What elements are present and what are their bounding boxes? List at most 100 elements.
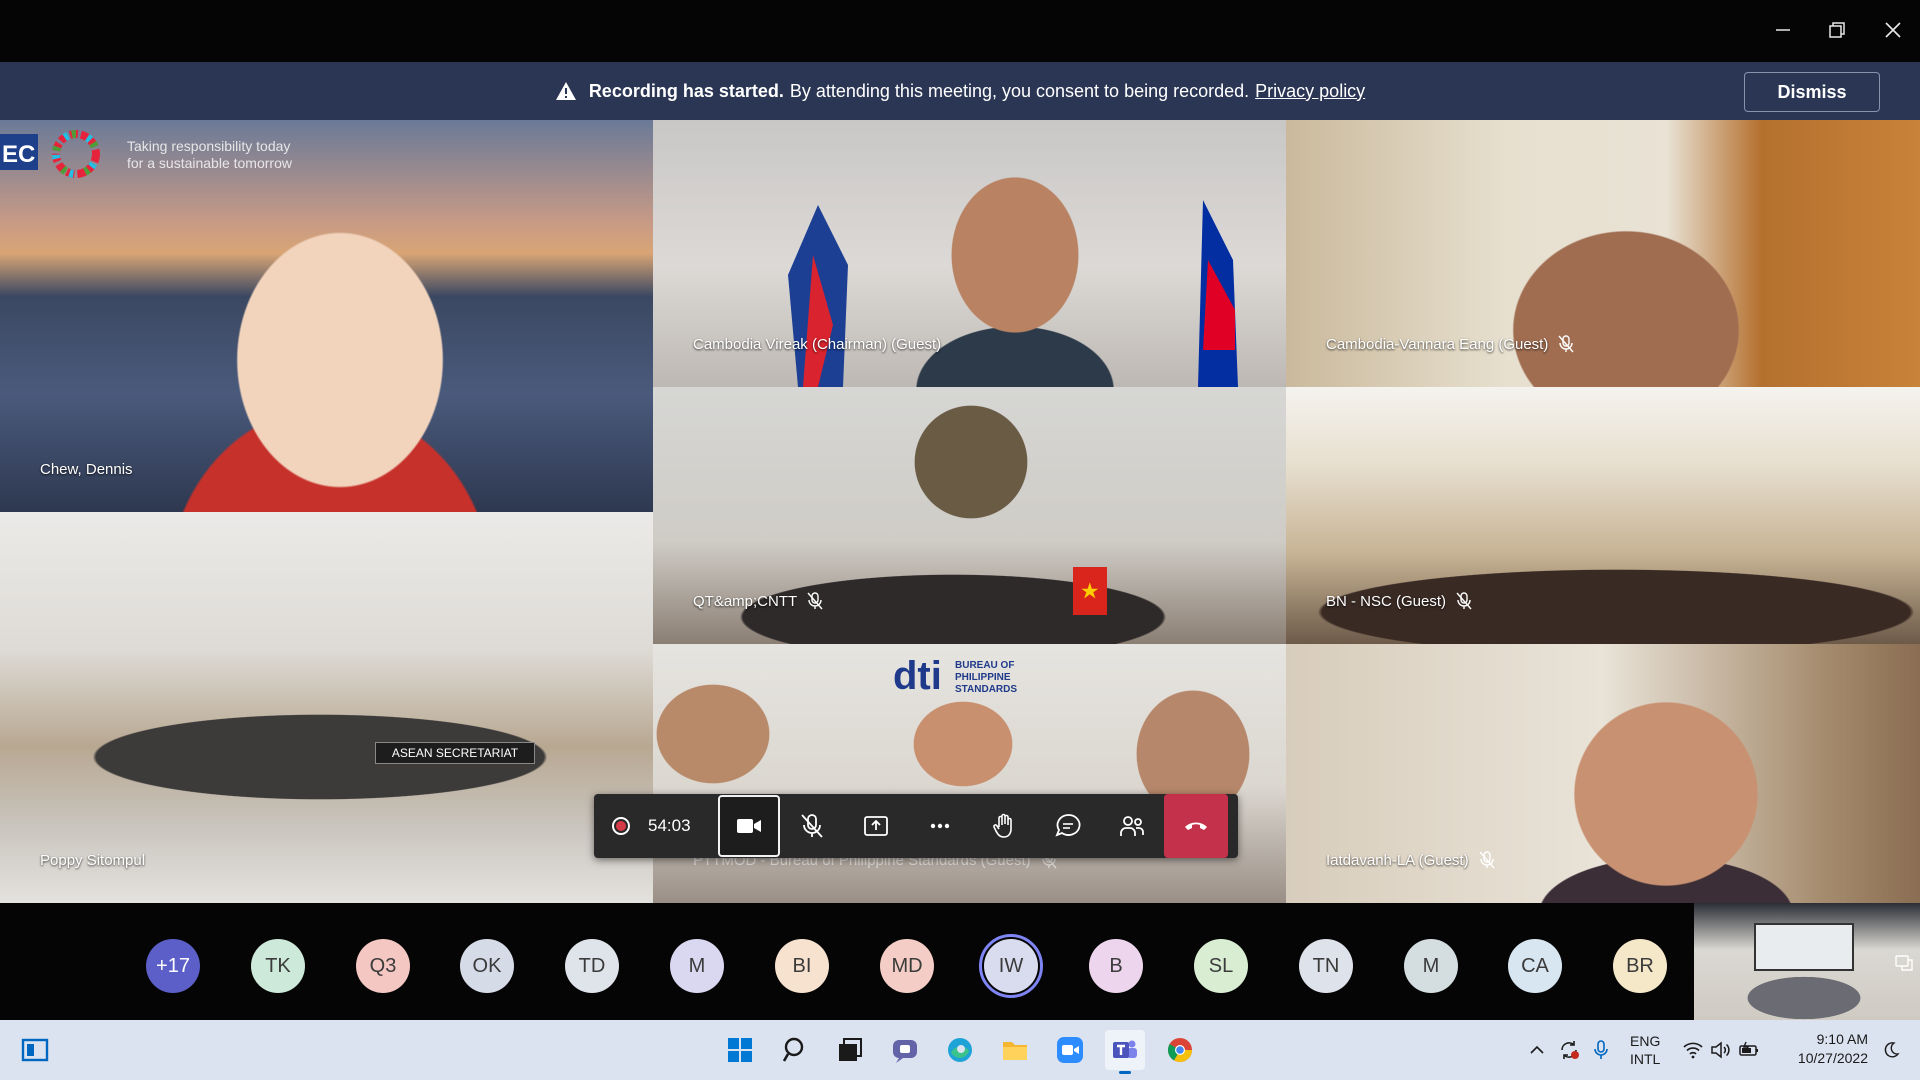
self-view-video[interactable] — [1694, 903, 1920, 1020]
teams-meeting-window: Recording has started. By attending this… — [0, 0, 1920, 1080]
restore-icon — [1829, 22, 1845, 38]
minimize-button[interactable] — [1758, 10, 1808, 50]
teams-chat-button[interactable] — [885, 1030, 925, 1070]
participant-avatar[interactable]: Q3 — [356, 939, 410, 993]
participant-name-text: Cambodia Vireak (Chairman) (Guest) — [693, 336, 942, 353]
microphone-icon[interactable] — [1592, 1039, 1610, 1061]
video-tile-qt-cntt[interactable]: QT&amp;CNTT — [653, 387, 1286, 644]
participant-avatar[interactable]: TN — [1299, 939, 1353, 993]
mic-off-icon — [1456, 592, 1472, 610]
chrome-button[interactable] — [1160, 1030, 1200, 1070]
close-icon — [1885, 22, 1901, 38]
chevron-up-icon[interactable] — [1528, 1041, 1546, 1059]
share-button[interactable] — [844, 794, 908, 858]
dismiss-button[interactable]: Dismiss — [1744, 72, 1880, 112]
language-code: ENG — [1630, 1033, 1661, 1049]
clock[interactable]: 9:10 AM 10/27/2022 — [1798, 1030, 1868, 1068]
asean-flag — [788, 205, 848, 387]
participants-button[interactable] — [1100, 794, 1164, 858]
participant-avatar[interactable]: OK — [460, 939, 514, 993]
participant-name: Chew, Dennis — [40, 461, 133, 478]
participant-strip: +17 TK Q3 OK TD M BI MD IW B SL TN M CA BR — [0, 903, 1920, 1020]
file-explorer-button[interactable] — [995, 1030, 1035, 1070]
video-tile-iatdavanh-la[interactable]: Iatdavanh-LA (Guest) — [1286, 644, 1920, 903]
participant-avatar[interactable]: SL — [1194, 939, 1248, 993]
sync-icon[interactable] — [1558, 1039, 1580, 1061]
slogan-line-2: for a sustainable tomorrow — [127, 155, 292, 171]
vietnam-flag — [1073, 567, 1107, 615]
participant-name-text: Iatdavanh-LA (Guest) — [1326, 851, 1469, 869]
video-tile-bn-nsc[interactable]: BN - NSC (Guest) — [1286, 387, 1920, 644]
hand-icon — [993, 813, 1012, 838]
more-participants-avatar[interactable]: +17 — [146, 939, 200, 993]
participant-name: Poppy Sitompul — [40, 852, 145, 869]
participant-avatar[interactable]: CA — [1508, 939, 1562, 993]
zoom-button[interactable] — [1050, 1030, 1090, 1070]
chat-app-icon — [893, 1040, 917, 1063]
folder-icon — [1003, 1042, 1027, 1060]
more-actions-button[interactable] — [908, 794, 972, 858]
more-icon — [930, 823, 950, 829]
recording-started-label: Recording has started. — [588, 80, 784, 101]
widgets-icon — [21, 1038, 49, 1062]
background-slogan: Taking responsibility today for a sustai… — [127, 138, 292, 172]
share-screen-icon — [864, 816, 888, 836]
participant-name-text: Poppy Sitompul — [40, 852, 146, 869]
mic-off-icon — [801, 814, 823, 838]
participant-avatar[interactable]: TD — [565, 939, 619, 993]
wifi-icon[interactable] — [1682, 1041, 1704, 1059]
restore-button[interactable] — [1812, 10, 1862, 50]
meeting-timer: 54:03 — [648, 816, 691, 835]
participant-name-text: QT&amp;CNTT — [693, 592, 798, 610]
windows-start-icon — [728, 1038, 752, 1062]
video-tile-chew-dennis[interactable]: EC Taking responsibility today for a sus… — [0, 120, 653, 512]
chat-button[interactable] — [1036, 794, 1100, 858]
volume-icon[interactable] — [1710, 1041, 1732, 1059]
chrome-icon — [1167, 1038, 1192, 1063]
participant-avatar[interactable]: B — [1089, 939, 1143, 993]
mic-off-icon — [807, 592, 823, 610]
windows-taskbar: ENG INTL 9:10 AM 10/27/2022 — [0, 1020, 1920, 1080]
edge-browser-icon — [948, 1038, 972, 1062]
video-tile-cambodia-vireak[interactable]: Cambodia Vireak (Chairman) (Guest) — [653, 120, 1286, 387]
leave-button[interactable] — [1164, 794, 1228, 858]
edge-button[interactable] — [940, 1030, 980, 1070]
chat-icon — [1055, 814, 1081, 837]
minimize-icon — [1776, 29, 1790, 31]
participant-name-text: Cambodia-Vannara Eang (Guest) — [1326, 335, 1549, 353]
participant-avatar[interactable]: M — [670, 939, 724, 993]
focus-moon-icon[interactable] — [1882, 1041, 1900, 1059]
desktop-widget-button[interactable] — [15, 1030, 55, 1070]
camera-button[interactable] — [718, 795, 780, 857]
privacy-policy-link[interactable]: Privacy policy — [1255, 81, 1365, 102]
participant-name: Cambodia-Vannara Eang (Guest) — [1326, 335, 1574, 353]
participant-avatar[interactable]: BI — [775, 939, 829, 993]
people-icon — [1120, 816, 1144, 836]
zoom-app-icon — [1057, 1037, 1083, 1063]
raise-hand-button[interactable] — [972, 794, 1036, 858]
participant-avatar[interactable]: TK — [251, 939, 305, 993]
bps-sign: dti BUREAU OF PHILIPPINE STANDARDS — [893, 654, 1053, 714]
task-view-button[interactable] — [830, 1030, 870, 1070]
video-tile-bureau-of-philippine-standards[interactable]: dti BUREAU OF PHILIPPINE STANDARDS PTTMO… — [653, 644, 1286, 903]
task-view-icon — [839, 1038, 862, 1061]
input-language[interactable]: ENG INTL — [1630, 1032, 1660, 1068]
video-tile-cambodia-vannara[interactable]: Cambodia-Vannara Eang (Guest) — [1286, 120, 1920, 387]
close-button[interactable] — [1868, 10, 1918, 50]
recording-message: Recording has started. By attending this… — [0, 62, 1920, 120]
mic-off-icon — [1558, 335, 1574, 353]
participant-avatar[interactable]: MD — [880, 939, 934, 993]
mic-button[interactable] — [780, 794, 844, 858]
participant-avatar[interactable]: BR — [1613, 939, 1667, 993]
participant-name-text: BN - NSC (Guest) — [1326, 592, 1447, 610]
video-tile-poppy-sitompul[interactable]: ASEAN SECRETARIAT Poppy Sitompul — [0, 512, 653, 903]
participant-avatar[interactable]: IW — [979, 934, 1043, 998]
participant-avatar[interactable]: M — [1404, 939, 1458, 993]
search-button[interactable] — [776, 1030, 816, 1070]
teams-button[interactable] — [1105, 1030, 1145, 1074]
start-button[interactable] — [720, 1030, 760, 1070]
swap-view-icon[interactable] — [1894, 953, 1914, 973]
hang-up-icon — [1185, 822, 1207, 830]
participant-name: Iatdavanh-LA (Guest) — [1326, 851, 1495, 869]
battery-icon[interactable] — [1738, 1041, 1760, 1059]
